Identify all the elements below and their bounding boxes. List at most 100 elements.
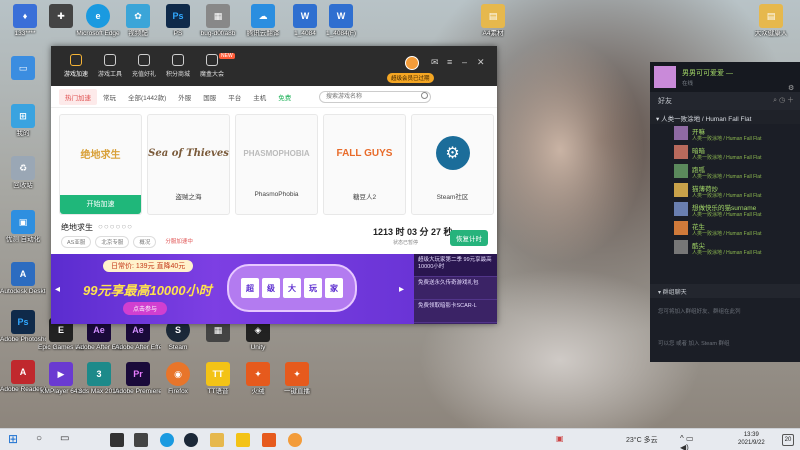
nav-game-boost[interactable]: 游戏加速 [59, 54, 93, 78]
notification-center-icon[interactable]: 20 [782, 434, 794, 446]
app-icon[interactable] [134, 433, 148, 447]
weather-widget[interactable]: 23°C 多云 [626, 435, 658, 445]
promo-join-button[interactable]: 点击参与 [123, 302, 168, 315]
search-icon[interactable]: ○ [36, 433, 50, 447]
app-icon: ✦ [246, 362, 270, 386]
minimize-icon[interactable]: – [462, 57, 467, 67]
banner-prev-icon[interactable]: ◂ [55, 284, 60, 295]
avatar [674, 221, 688, 235]
game-card[interactable]: ⚙ Steam社区 [411, 114, 494, 215]
task-view-icon[interactable]: ▭ [60, 433, 74, 447]
friend-item[interactable]: 花生 人类一败涂地 / Human Fall Flat [650, 219, 800, 238]
server-chips: AS亚服 北京专服 概况 分服加速中 [61, 236, 198, 248]
game-card[interactable]: 绝地求生 开始加速 [59, 114, 142, 215]
nav-game-tools[interactable]: 游戏工具 [93, 54, 127, 78]
boost-timer: 1213 时 03 分 27 秒 [373, 227, 453, 237]
app-icon[interactable] [262, 433, 276, 447]
tab-all[interactable]: 全部(1442款) [122, 89, 172, 105]
desktop-icon[interactable]: A Autodesk Desktop [0, 262, 46, 296]
desktop-icon-label: 回收站 [13, 182, 33, 189]
desktop-icon[interactable]: ✦ 一键直播 [274, 362, 320, 396]
booster-icon[interactable] [288, 433, 302, 447]
nav-label: 游戏工具 [97, 72, 122, 78]
game-card[interactable]: FALL GUYS 糖豆人2 [323, 114, 406, 215]
desktop-icon[interactable]: ▦ bug-d0f/a8b [195, 4, 241, 38]
group-chat-header[interactable]: ▾ 群组聊天 [650, 284, 800, 298]
game-card[interactable]: Sea of Thieves 盗贼之海 [147, 114, 230, 215]
desktop-icon[interactable]: ▣ 优测 自动化 [0, 210, 46, 244]
shop-icon [172, 54, 184, 66]
tab-frequent[interactable]: 常玩 [97, 89, 122, 105]
avatar[interactable] [654, 66, 676, 88]
nav-recharge[interactable]: 充值好礼 [127, 54, 161, 78]
server-chip[interactable]: 概况 [133, 236, 157, 248]
category-tabs: 热门加速 常玩 全部(1442款) 外服 国服 平台 主机 免费 [51, 86, 497, 108]
server-chip[interactable]: AS亚服 [61, 236, 92, 248]
friend-item[interactable]: 暗暗 人类一败涂地 / Human Fall Flat [650, 143, 800, 162]
desktop-icon[interactable]: W 1_4084(F) [318, 4, 364, 38]
friend-game: 人类一败涂地 / Human Fall Flat [692, 250, 762, 256]
search-icon[interactable]: ⌕ ◷ ＋ [773, 95, 794, 105]
game-group-header[interactable]: ▾ 人类一败涂地 / Human Fall Flat [650, 110, 800, 124]
toolbox-icon [104, 54, 116, 66]
promo-side-item[interactable]: 超级大玩家第二季 99元享最高10000小时 [414, 254, 497, 277]
desktop-icon[interactable]: ♻ 回收站 [0, 156, 46, 190]
tab-hot[interactable]: 热门加速 [59, 88, 97, 105]
group-chat-hint: 可以您 或者 加入 Steam 群组 [658, 341, 730, 347]
clock-time: 13:39 [743, 432, 759, 438]
promo-banner[interactable]: ◂ 日常价: 139元 直降40元 99元享最高10000小时 点击参与 超 级… [51, 254, 414, 324]
desktop-icon-label: 1_4084(F) [326, 30, 356, 37]
tt-voice-icon[interactable] [236, 433, 250, 447]
tab-platform[interactable]: 平台 [222, 89, 247, 105]
current-game-rating: ○○○○○○ [98, 222, 133, 231]
recording-icon[interactable]: ▣ [556, 434, 570, 448]
app-icon: ✚ [49, 4, 73, 28]
promo-headline: 99元享最高10000小时 [83, 283, 212, 298]
avatar[interactable] [405, 56, 419, 70]
friend-item[interactable]: 酷尖 人类一败涂地 / Human Fall Flat [650, 238, 800, 257]
banner-next-icon[interactable]: ▸ [399, 284, 404, 295]
game-card[interactable]: PHASMOPHOBIA PhasmoPhobia [235, 114, 318, 215]
friend-game: 人类一败涂地 / Human Fall Flat [692, 136, 762, 142]
tab-domestic[interactable]: 国服 [197, 89, 222, 105]
folder-icon[interactable] [210, 433, 224, 447]
desktop-icon[interactable]: ▭ [0, 56, 46, 82]
server-chip[interactable]: 北京专服 [95, 236, 130, 248]
friend-item[interactable]: 想做快乐的猫surname 人类一败涂地 / Human Fall Flat [650, 200, 800, 219]
edge-icon[interactable] [160, 433, 174, 447]
friend-item[interactable]: 猫薄荷炒 人类一败涂地 / Human Fall Flat [650, 181, 800, 200]
desktop-icon[interactable]: ▤ A4素材 [470, 4, 516, 38]
resume-timer-button[interactable]: 恢复计时 [450, 230, 488, 246]
gear-icon[interactable]: ⚙ [788, 84, 794, 92]
friend-item[interactable]: 开嘛 人类一败涂地 / Human Fall Flat [650, 124, 800, 143]
steam-icon[interactable] [184, 433, 198, 447]
steam-user-name[interactable]: 男男可可爱爱 — [682, 68, 733, 78]
vip-status-badge[interactable]: 超级会员已过期 [387, 73, 434, 83]
desktop-icon[interactable]: ⊞ 我的 [0, 104, 46, 138]
friend-item[interactable]: 跑呱 人类一败涂地 / Human Fall Flat [650, 162, 800, 181]
search-icon[interactable] [421, 92, 428, 99]
windows-start-icon[interactable]: ⊞ [8, 432, 22, 446]
game-search-input[interactable] [319, 91, 431, 103]
tray-icons[interactable]: ^ ▭ ◀) [680, 434, 694, 450]
nav-points-mall[interactable]: 积分商城 [161, 54, 195, 78]
promo-side-item[interactable]: 免费领取暗影卡SCAR-L [414, 300, 497, 323]
promo-side-item[interactable]: 免费送永久传奇游戏礼包 [414, 277, 497, 300]
desktop-icon[interactable]: ☁ 腾讯云翻译 [240, 4, 286, 38]
mail-icon[interactable]: ✉ [431, 57, 439, 68]
start-boost-button[interactable]: 开始加速 [60, 195, 141, 214]
clock[interactable]: 13:39 2021/9/22 [738, 431, 765, 447]
app-icon: ▣ [11, 210, 35, 234]
autodesk-icon: A [11, 262, 35, 286]
menu-icon[interactable]: ≡ [447, 57, 452, 67]
desktop-icon-label: 大众健康人 [754, 30, 788, 37]
tab-console[interactable]: 主机 [247, 89, 272, 105]
game-name: 糖豆人2 [352, 194, 377, 201]
close-icon[interactable]: ✕ [477, 57, 485, 68]
desktop-icon-label: 腾讯云翻译 [246, 30, 280, 37]
app-icon[interactable] [110, 433, 124, 447]
tab-overseas[interactable]: 外服 [172, 89, 197, 105]
desktop-icon[interactable]: ▤ 大众健康人 [748, 4, 794, 38]
avatar [674, 240, 688, 254]
tab-free[interactable]: 免费 [272, 89, 297, 105]
